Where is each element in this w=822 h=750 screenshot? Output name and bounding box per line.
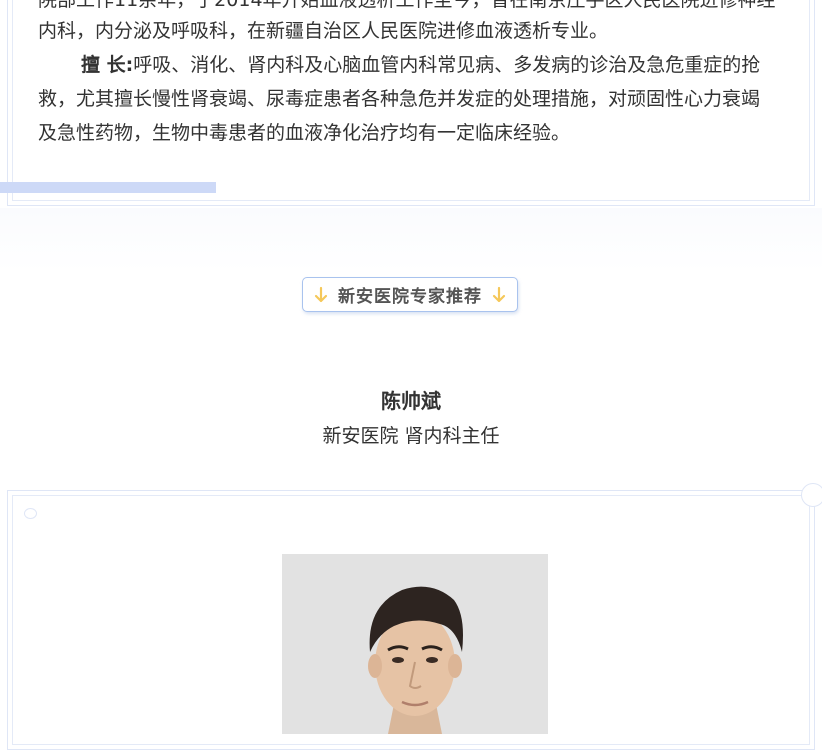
expert-portrait-image [282,554,548,734]
specialty-text-1: 呼吸、消化、肾内科及心脑血管内科常见病、多发病的诊治及急危重症的抢 [133,54,761,76]
specialty-line-2: 救，尤其擅长慢性肾衰竭、尿毒症患者各种急危并发症的处理措施，对顽固性心力衰竭 [38,88,761,110]
corner-decoration-dot [24,508,37,519]
arrow-down-icon [492,286,506,302]
specialty-label: 擅 长: [81,54,134,76]
intro-line-2: 内科，内分泌及呼吸科，在新疆自治区人民医院进修血液透析专业。 [38,20,609,42]
expert-name: 陈帅斌 [381,389,441,413]
section-heading-title: 新安医院专家推荐 [338,287,482,307]
specialty-line-3: 及急性药物，生物中毒患者的血液净化治疗均有一定临床经验。 [38,122,571,144]
expert-photo [282,554,548,734]
specialty-line-1: 擅 长:呼吸、消化、肾内科及心脑血管内科常见病、多发病的诊治及急危重症的抢 [38,48,794,82]
section-heading-box: 新安医院专家推荐 [302,277,518,312]
arrow-down-icon [314,286,328,302]
corner-decoration-circle [801,483,822,507]
section-divider [0,208,822,272]
expert-title: 新安医院 肾内科主任 [322,425,500,447]
accent-bar [0,182,216,193]
